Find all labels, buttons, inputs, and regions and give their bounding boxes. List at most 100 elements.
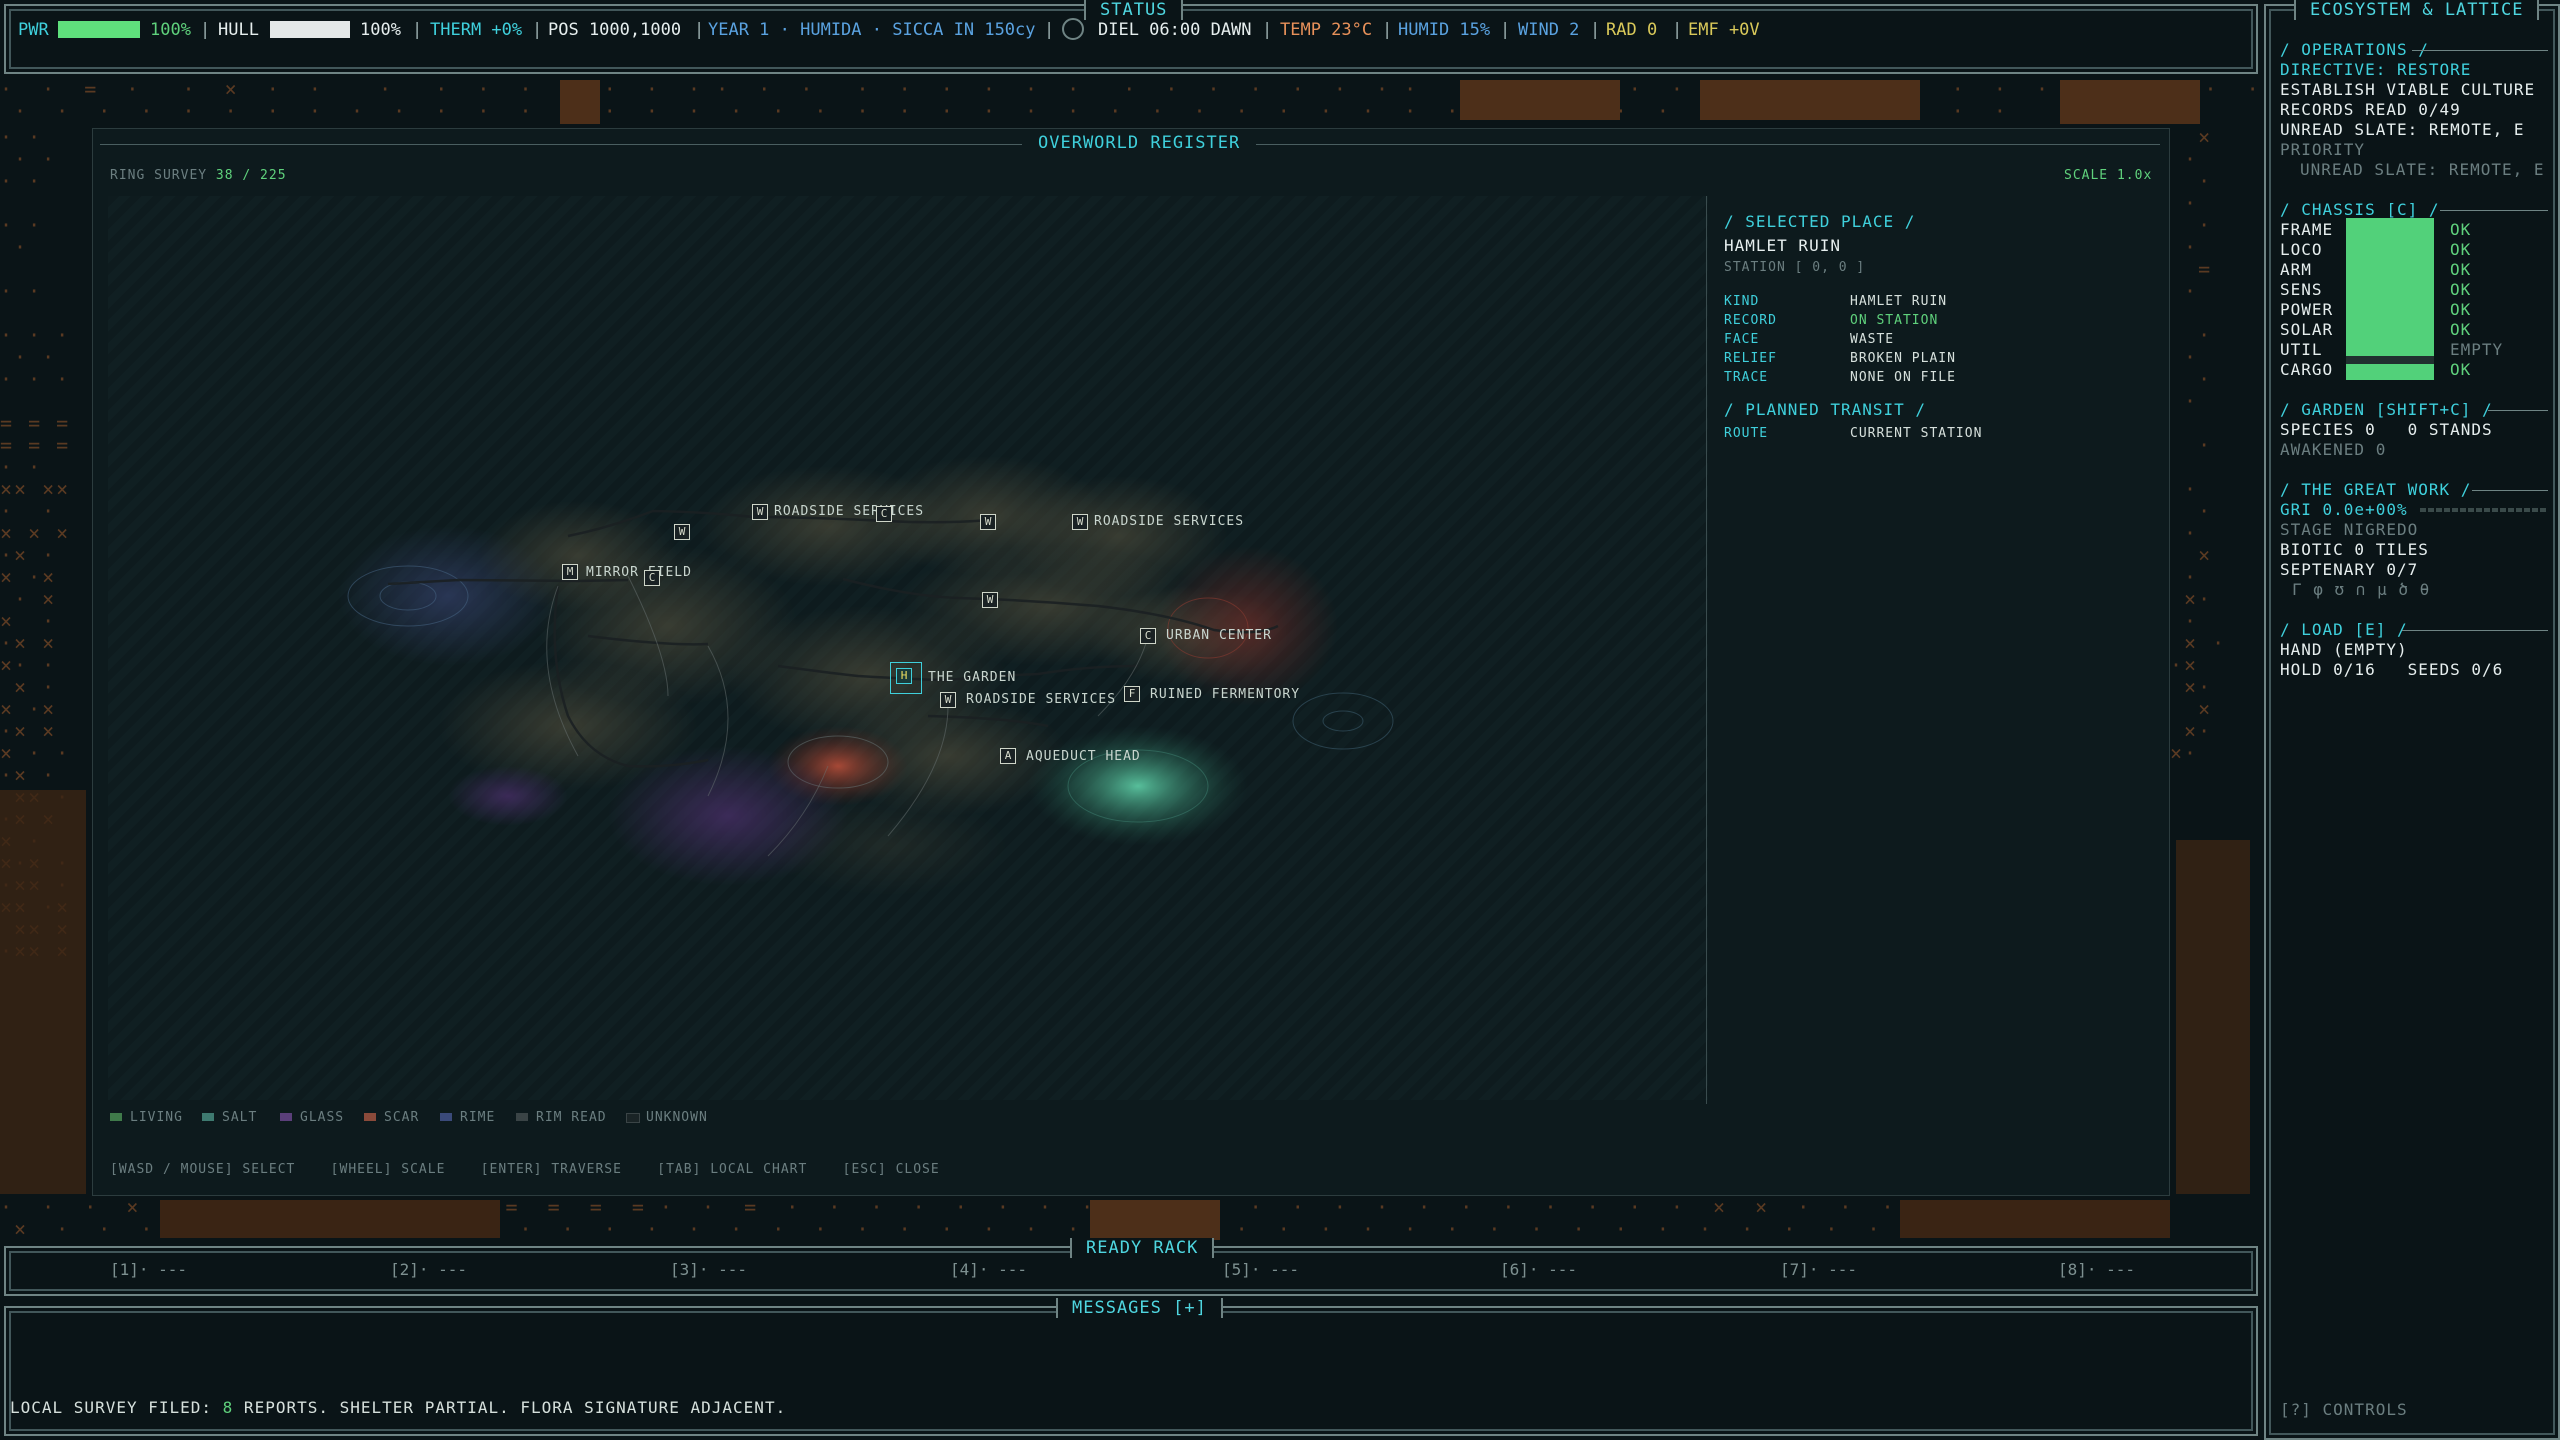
node-glyph: W xyxy=(756,505,764,518)
terrain-block xyxy=(1700,80,1920,120)
messages-title[interactable]: MESSAGES [+] xyxy=(1056,1298,1223,1318)
separator: | xyxy=(532,20,543,40)
legend-swatch-salt xyxy=(202,1113,214,1121)
legend-label-rim-read: RIM READ xyxy=(536,1110,607,1125)
separator: | xyxy=(1382,20,1393,40)
rack-slot-3[interactable]: [3]· --- xyxy=(670,1260,747,1279)
separator: | xyxy=(694,20,705,40)
map-node-roadside-services[interactable]: W xyxy=(940,692,956,708)
gri-readout: GRI 0.0e+00% xyxy=(2280,500,2408,519)
hand-slot: HAND (EMPTY) xyxy=(2280,640,2408,659)
garden-species: SPECIES 0 0 STANDS xyxy=(2280,420,2493,439)
map-label-urban-center: URBAN CENTER xyxy=(1166,628,1272,643)
map-node-waypoint[interactable]: W xyxy=(982,592,998,608)
map-node-urban-center[interactable]: C xyxy=(1140,628,1156,644)
hull-label: HULL xyxy=(218,20,259,40)
map-node-mirror-field[interactable]: M xyxy=(562,564,578,580)
terrain-block xyxy=(2060,80,2200,124)
map-node-the-garden[interactable]: H xyxy=(896,668,912,684)
map-node-waypoint[interactable]: W xyxy=(674,524,690,540)
legend-swatch-glass xyxy=(280,1113,292,1121)
map-node-roadside-services[interactable]: W xyxy=(1072,514,1088,530)
controls-hint[interactable]: [?] CONTROLS xyxy=(2280,1400,2408,1419)
section-rule xyxy=(2488,410,2548,411)
chassis-state-solar: OK xyxy=(2450,320,2472,339)
map-node-aqueduct-head[interactable]: A xyxy=(1000,748,1016,764)
details-divider xyxy=(1706,196,1707,1104)
map-node-waypoint[interactable]: C xyxy=(876,506,892,522)
records-read: RECORDS READ 0/49 xyxy=(2280,100,2461,119)
rack-slot-6[interactable]: [6]· --- xyxy=(1500,1260,1577,1279)
node-glyph: C xyxy=(1144,629,1152,642)
chassis-state-util: EMPTY xyxy=(2450,340,2504,359)
power-bar xyxy=(58,21,140,38)
chassis-part-solar: SOLAR xyxy=(2280,320,2334,339)
map-svg xyxy=(338,456,1394,896)
detail-key-record: RECORD xyxy=(1724,313,1777,328)
chassis-part-loco: LOCO xyxy=(2280,240,2323,259)
unread-slate: UNREAD SLATE: REMOTE, E xyxy=(2280,120,2525,139)
rack-slot-4[interactable]: [4]· --- xyxy=(950,1260,1027,1279)
map-node-ruined-fermentory[interactable]: F xyxy=(1124,686,1140,702)
chassis-part-frame: FRAME xyxy=(2280,220,2334,239)
emf-readout: EMF +0V xyxy=(1688,20,1760,40)
temperature-readout: TEMP 23°C xyxy=(1280,20,1373,40)
node-glyph: W xyxy=(986,593,994,606)
biotic-tiles: BIOTIC 0 TILES xyxy=(2280,540,2429,559)
overworld-map[interactable]: W ROADSIDE SERVICES W ROADSIDE SERVICES … xyxy=(108,196,1708,1100)
detail-value-trace: NONE ON FILE xyxy=(1850,370,1956,385)
map-node-waypoint[interactable]: W xyxy=(980,514,996,530)
message-text: LOCAL SURVEY FILED: xyxy=(10,1398,223,1417)
legend-label-glass: GLASS xyxy=(300,1110,345,1125)
separator: | xyxy=(412,20,423,40)
message-line: LOCAL SURVEY FILED: 8 REPORTS. SHELTER P… xyxy=(10,1398,786,1417)
chassis-heading[interactable]: / CHASSIS [C] / xyxy=(2280,200,2440,219)
position-readout: POS 1000,1000 xyxy=(548,20,682,40)
node-glyph: C xyxy=(880,507,888,520)
map-label-the-garden: THE GARDEN xyxy=(928,670,1017,685)
chassis-part-arm: ARM xyxy=(2280,260,2312,279)
detail-value-record: ON STATION xyxy=(1850,313,1939,328)
separator: | xyxy=(1672,20,1683,40)
clock-icon xyxy=(1062,18,1084,40)
rack-slot-2[interactable]: [2]· --- xyxy=(390,1260,467,1279)
gri-progress-bar xyxy=(2420,508,2546,512)
detail-key-relief: RELIEF xyxy=(1724,351,1777,366)
septenary-glyphs: Γ φ ʊ ∩ µ ծ θ xyxy=(2292,580,2431,599)
great-work-heading: / THE GREAT WORK / xyxy=(2280,480,2472,499)
node-glyph: C xyxy=(648,571,656,584)
chassis-part-util: UTIL xyxy=(2280,340,2323,359)
load-heading[interactable]: / LOAD [E] / xyxy=(2280,620,2408,639)
message-count: 8 xyxy=(222,1398,234,1417)
map-node-waypoint[interactable]: C xyxy=(644,570,660,586)
legend-swatch-unknown xyxy=(626,1113,640,1123)
section-rule xyxy=(2412,50,2548,51)
rack-slot-7[interactable]: [7]· --- xyxy=(1780,1260,1857,1279)
node-glyph: M xyxy=(566,565,574,578)
rack-slot-1[interactable]: [1]· --- xyxy=(110,1260,187,1279)
ring-survey-label: RING SURVEY xyxy=(110,168,208,183)
separator: | xyxy=(1500,20,1511,40)
garden-heading[interactable]: / GARDEN [SHIFT+C] / xyxy=(2280,400,2493,419)
hull-bar xyxy=(270,21,350,38)
chassis-fill-cargo xyxy=(2346,364,2434,380)
map-node-roadside-services[interactable]: W xyxy=(752,504,768,520)
rack-slot-5[interactable]: [5]· --- xyxy=(1222,1260,1299,1279)
legend-swatch-scar xyxy=(364,1113,376,1121)
chassis-fill-upper xyxy=(2346,218,2434,356)
message-text: REPORTS. SHELTER PARTIAL. FLORA SIGNATUR… xyxy=(233,1398,787,1417)
detail-value-face: WASTE xyxy=(1850,332,1895,347)
radiation-readout: RAD 0 xyxy=(1606,20,1658,40)
terrain-block xyxy=(0,790,86,1194)
septenary: SEPTENARY 0/7 xyxy=(2280,560,2419,579)
separator: | xyxy=(1590,20,1601,40)
ring-survey-value: 38 / 225 xyxy=(215,168,287,183)
priority-item: UNREAD SLATE: REMOTE, E xyxy=(2300,160,2545,179)
map-scale: SCALE 1.0x xyxy=(2064,168,2153,183)
section-rule xyxy=(2440,210,2548,211)
power-value: 100% xyxy=(150,20,191,40)
wind-readout: WIND 2 xyxy=(1518,20,1580,40)
terrain-block xyxy=(160,1200,500,1238)
terrain-block xyxy=(1090,1200,1220,1240)
rack-slot-8[interactable]: [8]· --- xyxy=(2058,1260,2135,1279)
